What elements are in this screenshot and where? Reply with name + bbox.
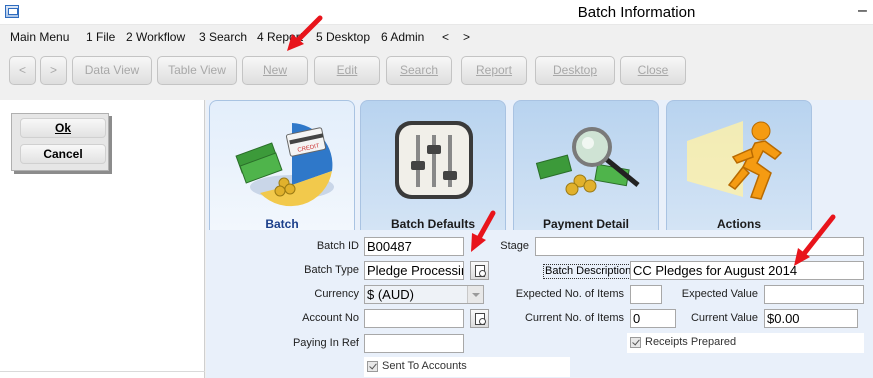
- expected-items-field[interactable]: [630, 285, 662, 304]
- currency-select[interactable]: $ (AUD): [364, 285, 484, 304]
- menu-next[interactable]: >: [463, 30, 470, 44]
- new-button-label: New: [262, 63, 287, 77]
- menu-prev[interactable]: <: [442, 30, 449, 44]
- edit-button[interactable]: Edit: [314, 56, 380, 85]
- menu-file[interactable]: 1 File: [86, 30, 115, 44]
- receipts-prepared-check-icon[interactable]: [630, 337, 641, 348]
- batch-id-field[interactable]: B00487: [364, 237, 464, 256]
- stage-field[interactable]: [535, 237, 864, 256]
- money-credit-card-icon: CREDIT: [235, 123, 334, 207]
- batch-id-label: Batch ID: [316, 240, 359, 252]
- receipts-prepared-checkbox[interactable]: Receipts Prepared: [627, 333, 864, 353]
- minimize-button[interactable]: –: [858, 3, 867, 19]
- stage-label: Stage: [500, 240, 529, 252]
- tab-label-payment-detail: Payment Detail: [542, 217, 630, 231]
- tab-actions[interactable]: Actions: [666, 100, 812, 231]
- currency-value: $ (AUD): [367, 287, 414, 302]
- current-items-label: Current No. of Items: [524, 312, 624, 324]
- current-value-label: Current Value: [690, 312, 758, 324]
- tab-batch[interactable]: CREDIT Batch: [209, 100, 355, 231]
- expected-value-field[interactable]: [764, 285, 864, 304]
- tab-batch-defaults[interactable]: Batch Defaults: [360, 100, 506, 231]
- tab-label-batch-defaults: Batch Defaults: [390, 217, 476, 231]
- desktop-button-label: Desktop: [552, 63, 598, 77]
- batch-type-label: Batch Type: [304, 264, 359, 276]
- close-button[interactable]: Close: [620, 56, 686, 85]
- search-button[interactable]: Search: [386, 56, 452, 85]
- menu-admin[interactable]: 6 Admin: [381, 30, 424, 44]
- sliders-icon: [395, 121, 473, 199]
- ok-button-label: Ok: [54, 121, 71, 135]
- cancel-button[interactable]: Cancel: [20, 144, 106, 164]
- sent-to-accounts-checkbox[interactable]: Sent To Accounts: [364, 357, 570, 377]
- receipts-prepared-label: Receipts Prepared: [645, 336, 737, 348]
- sent-to-accounts-check-icon[interactable]: [367, 361, 378, 372]
- batch-type-lookup-icon[interactable]: [470, 261, 489, 280]
- batch-form: Batch ID B00487 Batch Type Pledge Proces…: [206, 230, 873, 378]
- ok-button[interactable]: Ok: [20, 118, 106, 138]
- expected-value-label: Expected Value: [681, 288, 758, 300]
- data-view-button[interactable]: Data View: [72, 56, 152, 85]
- report-button[interactable]: Report: [461, 56, 527, 85]
- menu-bar: Main Menu 1 File 2 Workflow 3 Search 4 R…: [0, 25, 873, 47]
- account-no-field[interactable]: [364, 309, 464, 328]
- main-panel: CREDIT Batch Batch Defaults Payment Deta…: [206, 100, 873, 378]
- menu-report[interactable]: 4 Report: [257, 30, 303, 44]
- window-title: Batch Information: [577, 4, 696, 21]
- table-view-button[interactable]: Table View: [157, 56, 237, 85]
- menu-workflow[interactable]: 2 Workflow: [126, 30, 185, 44]
- expected-items-label: Expected No. of Items: [515, 288, 624, 300]
- back-button[interactable]: <: [9, 56, 36, 85]
- tab-label-batch: Batch: [265, 217, 299, 231]
- menu-search[interactable]: 3 Search: [199, 30, 247, 44]
- current-value-field[interactable]: $0.00: [764, 309, 858, 328]
- sent-to-accounts-label: Sent To Accounts: [382, 360, 467, 372]
- batch-description-label: Batch Description: [543, 264, 634, 279]
- search-button-label: Search: [399, 63, 439, 77]
- menu-desktop[interactable]: 5 Desktop: [316, 30, 370, 44]
- magnifier-money-icon: [535, 127, 640, 196]
- close-button-label: Close: [637, 63, 669, 77]
- running-man-icon: [687, 121, 783, 200]
- batch-type-field[interactable]: Pledge Processing: [364, 261, 464, 280]
- currency-label: Currency: [314, 288, 359, 300]
- report-button-label: Report: [475, 63, 513, 77]
- edit-button-label: Edit: [336, 63, 358, 77]
- divider: [0, 371, 205, 372]
- title-bar: Batch Information –: [0, 0, 873, 25]
- tab-payment-detail[interactable]: Payment Detail: [513, 100, 659, 231]
- batch-description-field[interactable]: CC Pledges for August 2014: [630, 261, 864, 280]
- chevron-down-icon[interactable]: [467, 286, 483, 303]
- new-button[interactable]: New: [242, 56, 308, 85]
- forward-button[interactable]: >: [40, 56, 67, 85]
- toolbar: < > Data View Table View New Edit Search…: [0, 47, 873, 100]
- paying-in-ref-label: Paying In Ref: [292, 337, 359, 349]
- left-pane: Ok Cancel: [0, 100, 205, 378]
- current-items-field[interactable]: 0: [630, 309, 676, 328]
- menu-main-menu[interactable]: Main Menu: [10, 30, 69, 44]
- account-no-lookup-icon[interactable]: [470, 309, 489, 328]
- desktop-button[interactable]: Desktop: [535, 56, 615, 85]
- paying-in-ref-field[interactable]: [364, 334, 464, 353]
- action-button-group: Ok Cancel: [11, 113, 109, 171]
- account-no-label: Account No: [302, 312, 359, 324]
- tab-label-actions: Actions: [716, 217, 761, 231]
